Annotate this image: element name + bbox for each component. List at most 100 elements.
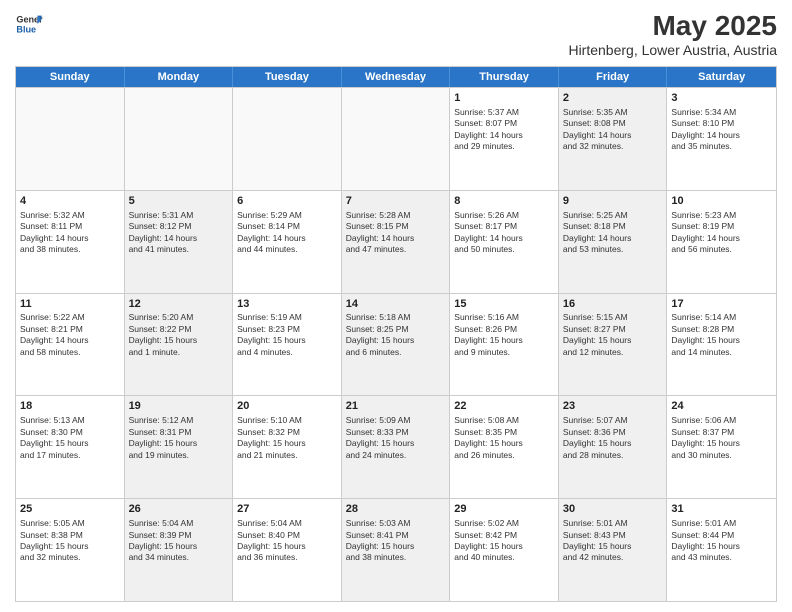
day-info: Sunset: 8:42 PM [454, 530, 554, 541]
calendar-cell [233, 88, 342, 190]
day-info: Sunset: 8:40 PM [237, 530, 337, 541]
day-info: and 14 minutes. [671, 347, 772, 358]
day-number: 1 [454, 91, 554, 106]
day-info: and 58 minutes. [20, 347, 120, 358]
day-info: and 38 minutes. [20, 244, 120, 255]
calendar-row-5: 25Sunrise: 5:05 AMSunset: 8:38 PMDayligh… [16, 498, 776, 601]
day-info: Sunrise: 5:26 AM [454, 210, 554, 221]
calendar-cell: 8Sunrise: 5:26 AMSunset: 8:17 PMDaylight… [450, 191, 559, 293]
day-info: Sunrise: 5:32 AM [20, 210, 120, 221]
day-number: 12 [129, 297, 229, 312]
header-day-sunday: Sunday [16, 67, 125, 87]
day-info: Sunrise: 5:29 AM [237, 210, 337, 221]
day-info: and 36 minutes. [237, 552, 337, 563]
day-info: and 35 minutes. [671, 141, 772, 152]
main-title: May 2025 [568, 10, 777, 42]
calendar-cell: 24Sunrise: 5:06 AMSunset: 8:37 PMDayligh… [667, 396, 776, 498]
day-number: 9 [563, 194, 663, 209]
day-info: Sunrise: 5:25 AM [563, 210, 663, 221]
day-info: Sunrise: 5:18 AM [346, 312, 446, 323]
day-info: Daylight: 15 hours [454, 438, 554, 449]
calendar-cell: 13Sunrise: 5:19 AMSunset: 8:23 PMDayligh… [233, 294, 342, 396]
day-info: Daylight: 15 hours [129, 335, 229, 346]
day-info: Sunrise: 5:23 AM [671, 210, 772, 221]
calendar-cell: 14Sunrise: 5:18 AMSunset: 8:25 PMDayligh… [342, 294, 451, 396]
calendar-cell: 7Sunrise: 5:28 AMSunset: 8:15 PMDaylight… [342, 191, 451, 293]
day-number: 24 [671, 399, 772, 414]
day-info: Sunset: 8:10 PM [671, 118, 772, 129]
calendar-cell [342, 88, 451, 190]
calendar-cell: 16Sunrise: 5:15 AMSunset: 8:27 PMDayligh… [559, 294, 668, 396]
day-info: Sunrise: 5:05 AM [20, 518, 120, 529]
header-day-monday: Monday [125, 67, 234, 87]
calendar-cell: 12Sunrise: 5:20 AMSunset: 8:22 PMDayligh… [125, 294, 234, 396]
day-info: Sunrise: 5:10 AM [237, 415, 337, 426]
day-info: Daylight: 15 hours [237, 541, 337, 552]
header: General Blue May 2025 Hirtenberg, Lower … [15, 10, 777, 58]
day-info: Sunrise: 5:07 AM [563, 415, 663, 426]
day-info: Sunrise: 5:09 AM [346, 415, 446, 426]
day-info: Sunrise: 5:14 AM [671, 312, 772, 323]
day-info: and 41 minutes. [129, 244, 229, 255]
calendar-cell: 5Sunrise: 5:31 AMSunset: 8:12 PMDaylight… [125, 191, 234, 293]
day-info: Daylight: 15 hours [129, 438, 229, 449]
day-info: Sunset: 8:15 PM [346, 221, 446, 232]
calendar-cell: 15Sunrise: 5:16 AMSunset: 8:26 PMDayligh… [450, 294, 559, 396]
day-info: Daylight: 15 hours [563, 335, 663, 346]
day-info: Sunrise: 5:19 AM [237, 312, 337, 323]
day-info: Sunset: 8:43 PM [563, 530, 663, 541]
day-number: 4 [20, 194, 120, 209]
day-number: 18 [20, 399, 120, 414]
day-info: and 47 minutes. [346, 244, 446, 255]
day-info: Sunrise: 5:20 AM [129, 312, 229, 323]
day-info: Sunset: 8:08 PM [563, 118, 663, 129]
day-info: Sunset: 8:41 PM [346, 530, 446, 541]
day-info: and 42 minutes. [563, 552, 663, 563]
day-info: Sunrise: 5:06 AM [671, 415, 772, 426]
calendar-cell: 27Sunrise: 5:04 AMSunset: 8:40 PMDayligh… [233, 499, 342, 601]
header-day-saturday: Saturday [667, 67, 776, 87]
day-info: Sunset: 8:18 PM [563, 221, 663, 232]
day-number: 29 [454, 502, 554, 517]
day-info: Sunset: 8:37 PM [671, 427, 772, 438]
day-info: Daylight: 14 hours [20, 335, 120, 346]
calendar-cell: 23Sunrise: 5:07 AMSunset: 8:36 PMDayligh… [559, 396, 668, 498]
day-info: Sunset: 8:19 PM [671, 221, 772, 232]
calendar-cell: 22Sunrise: 5:08 AMSunset: 8:35 PMDayligh… [450, 396, 559, 498]
day-number: 3 [671, 91, 772, 106]
day-info: Sunrise: 5:15 AM [563, 312, 663, 323]
day-info: Sunrise: 5:16 AM [454, 312, 554, 323]
day-info: Sunset: 8:11 PM [20, 221, 120, 232]
day-number: 19 [129, 399, 229, 414]
day-info: Daylight: 14 hours [20, 233, 120, 244]
day-info: and 34 minutes. [129, 552, 229, 563]
calendar-cell: 26Sunrise: 5:04 AMSunset: 8:39 PMDayligh… [125, 499, 234, 601]
header-day-tuesday: Tuesday [233, 67, 342, 87]
day-info: Daylight: 15 hours [454, 335, 554, 346]
day-info: Sunset: 8:25 PM [346, 324, 446, 335]
day-number: 26 [129, 502, 229, 517]
day-info: Sunset: 8:26 PM [454, 324, 554, 335]
day-info: and 29 minutes. [454, 141, 554, 152]
day-info: and 1 minute. [129, 347, 229, 358]
logo-icon: General Blue [15, 10, 43, 38]
day-info: and 6 minutes. [346, 347, 446, 358]
day-info: Sunrise: 5:13 AM [20, 415, 120, 426]
logo: General Blue [15, 10, 43, 38]
day-info: Daylight: 14 hours [671, 233, 772, 244]
calendar-cell: 28Sunrise: 5:03 AMSunset: 8:41 PMDayligh… [342, 499, 451, 601]
day-info: Daylight: 15 hours [237, 438, 337, 449]
calendar-row-3: 11Sunrise: 5:22 AMSunset: 8:21 PMDayligh… [16, 293, 776, 396]
day-info: Sunrise: 5:08 AM [454, 415, 554, 426]
day-info: and 32 minutes. [20, 552, 120, 563]
calendar-cell: 3Sunrise: 5:34 AMSunset: 8:10 PMDaylight… [667, 88, 776, 190]
day-info: and 50 minutes. [454, 244, 554, 255]
day-info: Sunset: 8:35 PM [454, 427, 554, 438]
calendar-cell: 2Sunrise: 5:35 AMSunset: 8:08 PMDaylight… [559, 88, 668, 190]
day-info: and 4 minutes. [237, 347, 337, 358]
calendar-cell: 18Sunrise: 5:13 AMSunset: 8:30 PMDayligh… [16, 396, 125, 498]
day-number: 27 [237, 502, 337, 517]
day-number: 20 [237, 399, 337, 414]
day-info: Sunset: 8:36 PM [563, 427, 663, 438]
calendar-row-1: 1Sunrise: 5:37 AMSunset: 8:07 PMDaylight… [16, 87, 776, 190]
